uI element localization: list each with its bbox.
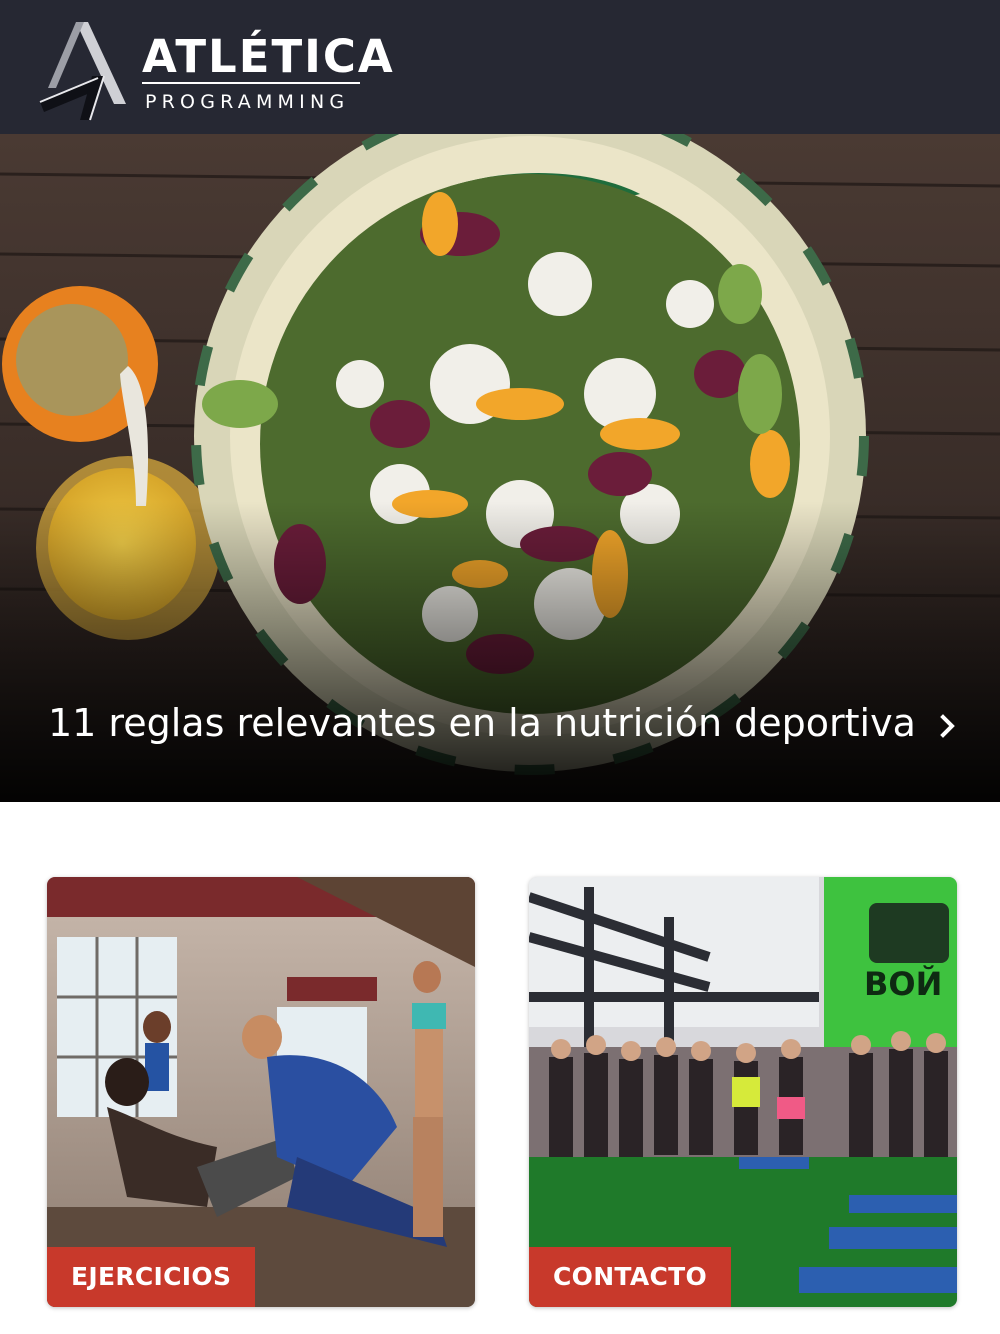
article-title: 11 reglas relevantes en la nutrición dep… xyxy=(48,701,916,745)
gym-group-photo: BOЙ xyxy=(529,877,957,1307)
contact-label: CONTACTO xyxy=(529,1247,732,1307)
chevron-right-icon[interactable] xyxy=(938,712,960,740)
brand-title: ATLÉTICA xyxy=(142,30,395,83)
logo-link[interactable]: ATLÉTICA PROGRAMMING xyxy=(0,0,393,134)
contact-card[interactable]: BOЙ CONTACTO xyxy=(529,877,957,1307)
gym-workout-photo xyxy=(47,877,475,1307)
brand-divider xyxy=(142,82,360,84)
exercises-label: EJERCICIOS xyxy=(47,1247,256,1307)
svg-text:BOЙ: BOЙ xyxy=(864,965,942,1003)
atletica-logo-icon xyxy=(39,22,126,121)
exercises-card[interactable]: EJERCICIOS xyxy=(47,877,475,1307)
site-header: ATLÉTICA PROGRAMMING xyxy=(0,0,1000,134)
featured-article[interactable]: 11 reglas relevantes en la nutrición dep… xyxy=(0,134,1000,802)
brand-subtitle: PROGRAMMING xyxy=(145,91,350,113)
